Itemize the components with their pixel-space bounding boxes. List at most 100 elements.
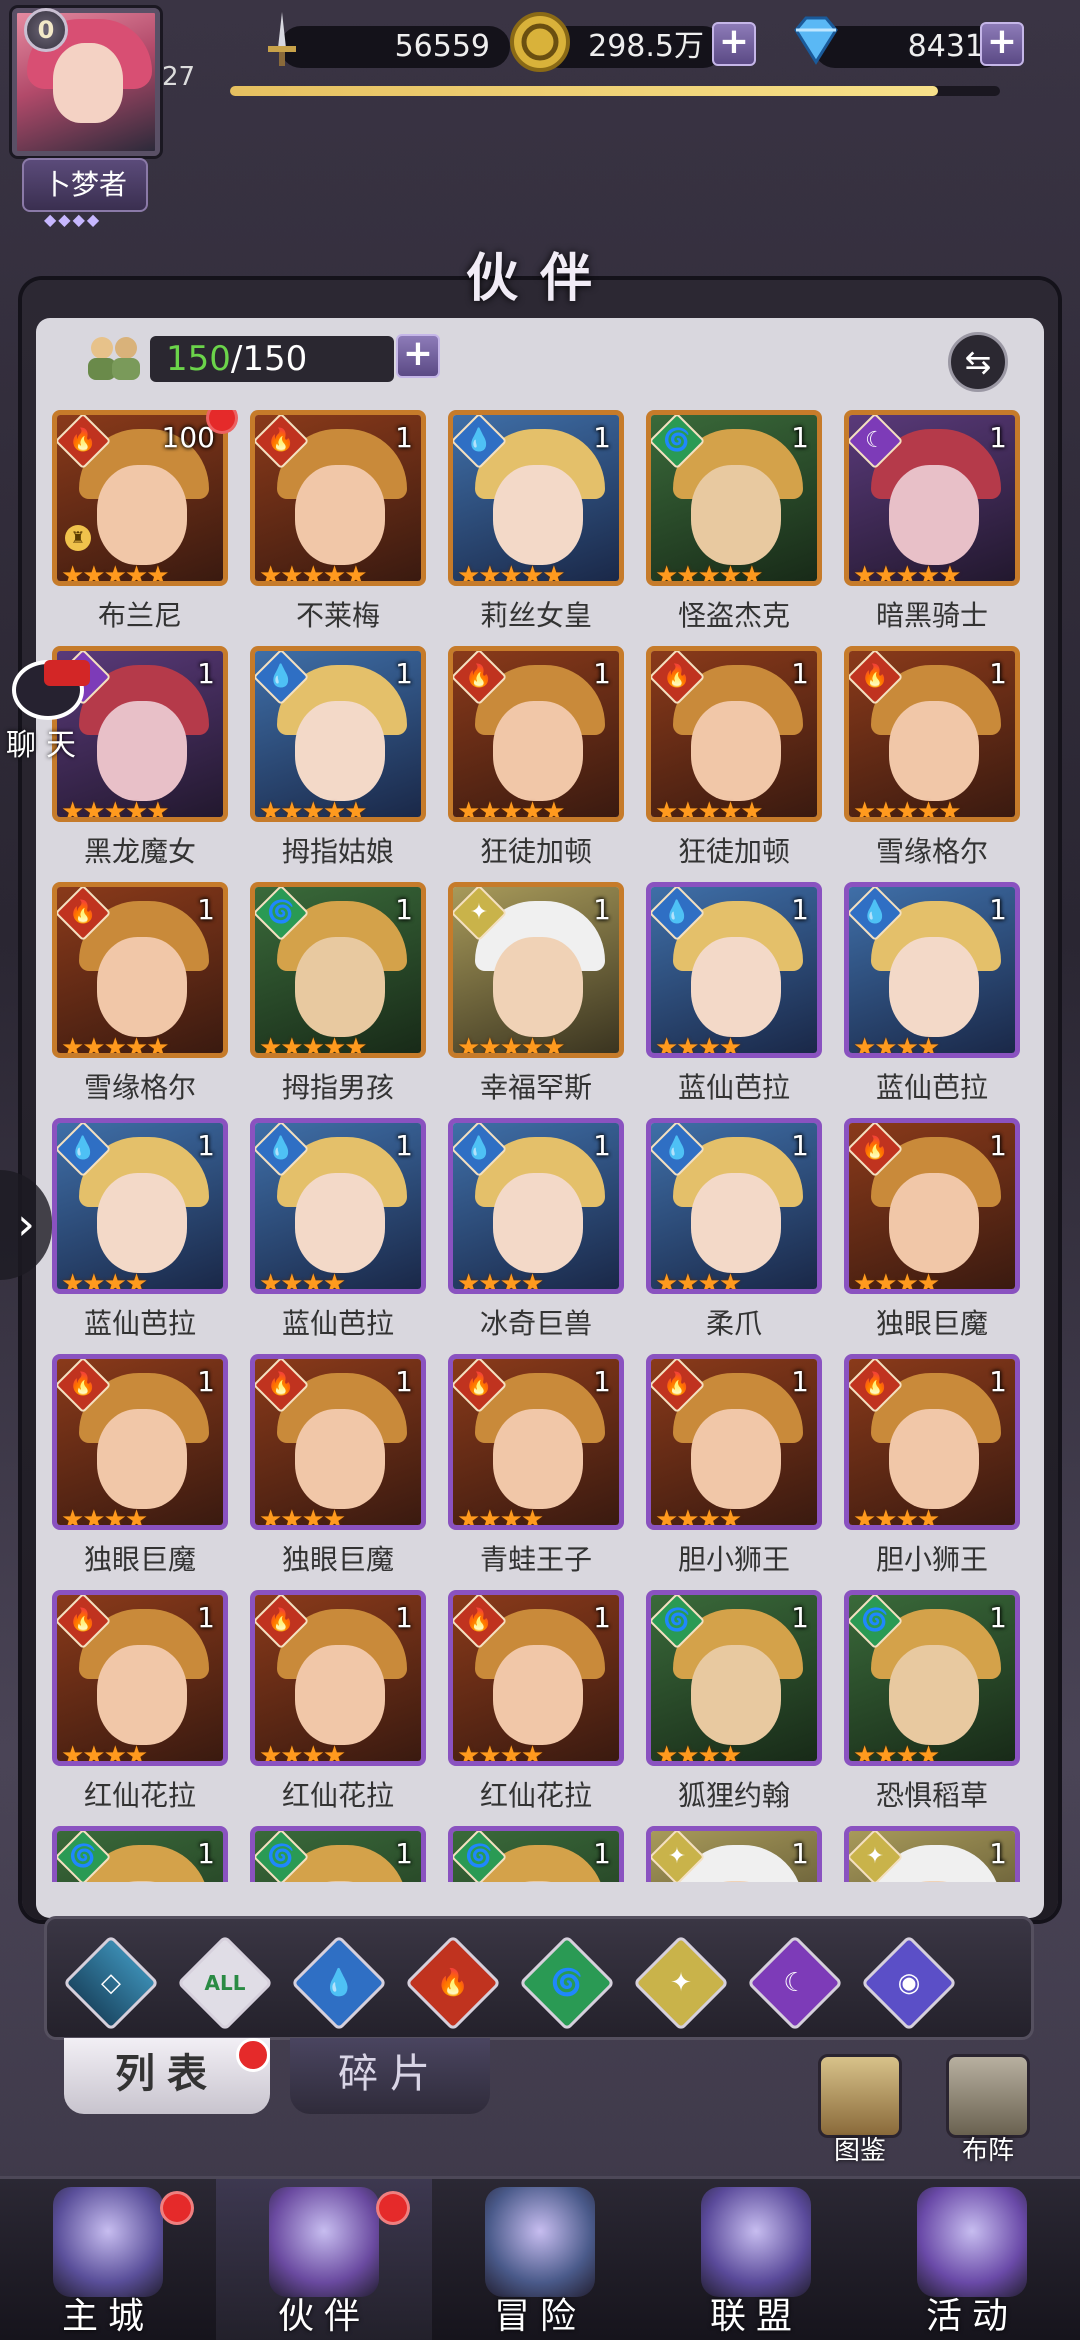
roster-max: /150 xyxy=(230,339,308,379)
partner-card[interactable]: 🌀1★★★★ xyxy=(250,1826,426,1882)
filter-first[interactable]: ◇ xyxy=(62,1934,160,2032)
formation-label: 布阵 xyxy=(961,2136,1014,2166)
nav-item[interactable]: 活动 xyxy=(864,2179,1080,2340)
codex-button[interactable]: 图鉴 xyxy=(810,2054,910,2166)
formation-icon xyxy=(946,2054,1030,2138)
partner-card[interactable]: 🔥 100 ★★★★★ ♜ 布兰尼 xyxy=(52,410,238,646)
partner-card[interactable]: 🔥 1 ★★★★ 红仙花拉 xyxy=(448,1590,624,1826)
partner-level: 1 xyxy=(197,1837,215,1870)
filter-nature[interactable]: 🌀 xyxy=(518,1934,616,2032)
partner-card[interactable]: 🌀 1 ★★★★ 狐狸约翰 xyxy=(646,1590,822,1826)
partner-card[interactable]: 💧 1 ★★★★★ 拇指姑娘 xyxy=(250,646,426,882)
partner-level: 1 xyxy=(791,1837,809,1870)
gold-coin-icon xyxy=(510,12,570,72)
filter-all[interactable]: ALL xyxy=(176,1934,274,2032)
partner-card[interactable]: 💧 1 ★★★★ 蓝仙芭拉 xyxy=(250,1118,426,1354)
star-rating: ★★★★ xyxy=(61,1269,148,1294)
partner-card[interactable]: 🔥 1 ★★★★ 独眼巨魔 xyxy=(250,1354,426,1590)
nav-item[interactable]: 伙伴 xyxy=(216,2179,432,2340)
nav-icon xyxy=(269,2187,379,2297)
partner-card[interactable]: 💧 1 ★★★★ 蓝仙芭拉 xyxy=(844,882,1020,1118)
partner-level: 1 xyxy=(791,1601,809,1634)
portrait-face xyxy=(493,465,583,565)
tab-fragments[interactable]: 碎片 xyxy=(290,2038,490,2114)
nav-label: 伙伴 xyxy=(277,2296,370,2337)
nav-icon xyxy=(485,2187,595,2297)
partner-name: 柔爪 xyxy=(705,1307,762,1340)
partner-level: 1 xyxy=(989,893,1007,926)
partner-card[interactable]: 🌀 1 ★★★★★ 拇指男孩 xyxy=(250,882,426,1118)
expand-roster-button[interactable]: + xyxy=(396,334,440,378)
star-rating: ★★★★ xyxy=(259,1741,346,1766)
formation-button[interactable]: 布阵 xyxy=(938,2054,1038,2166)
partner-card[interactable]: 🔥 1 ★★★★ 青蛙王子 xyxy=(448,1354,624,1590)
partner-level: 1 xyxy=(593,893,611,926)
partner-name: 胆小狮王 xyxy=(677,1543,790,1576)
partner-card[interactable]: 💧 1 ★★★★ 柔爪 xyxy=(646,1118,822,1354)
partner-portrait: 🌀1★★★★ xyxy=(646,1590,822,1766)
xp-bar xyxy=(230,86,1000,96)
add-gold-button[interactable]: + xyxy=(712,22,756,66)
partner-portrait: ✦1★★★★ xyxy=(646,1826,822,1882)
partner-card[interactable]: 🌀 1 ★★★★ 恐惧稻草 xyxy=(844,1590,1020,1826)
chat-notification-icon xyxy=(44,660,90,686)
power-value: 56559 xyxy=(280,26,510,68)
partner-card[interactable]: ✦1★★★★ xyxy=(844,1826,1020,1882)
partner-card[interactable]: 🌀1★★★★ xyxy=(448,1826,624,1882)
partner-card[interactable]: 🔥 1 ★★★★ 独眼巨魔 xyxy=(844,1118,1020,1354)
partner-card[interactable]: 💧 1 ★★★★ 冰奇巨兽 xyxy=(448,1118,624,1354)
partner-name: 独眼巨魔 xyxy=(281,1543,394,1576)
partner-card[interactable]: 🔥 1 ★★★★★ 雪缘格尔 xyxy=(52,882,228,1118)
partner-card[interactable]: 🔥 1 ★★★★★ 雪缘格尔 xyxy=(844,646,1020,882)
star-rating: ★★★★ xyxy=(853,1269,940,1294)
partner-card[interactable]: 🔥 1 ★★★★ 红仙花拉 xyxy=(52,1590,228,1826)
filter-cosmic[interactable]: ◉ xyxy=(860,1934,958,2032)
star-rating: ★★★★ xyxy=(655,1741,742,1766)
partner-portrait: 🔥 1 ★★★★★ xyxy=(250,410,426,586)
portrait-face xyxy=(691,937,781,1037)
sort-toggle-button[interactable]: ⇆ xyxy=(948,332,1008,392)
partner-portrait: ✦1★★★★ xyxy=(844,1826,1020,1882)
partner-portrait: 🔥 100 ★★★★★ ♜ xyxy=(52,410,228,586)
filter-fire[interactable]: 🔥 xyxy=(404,1934,502,2032)
filter-dark[interactable]: ☾ xyxy=(746,1934,844,2032)
partner-level: 1 xyxy=(593,421,611,454)
filter-light[interactable]: ✦ xyxy=(632,1934,730,2032)
partner-level: 1 xyxy=(989,657,1007,690)
partner-card[interactable]: 🔥 1 ★★★★ 胆小狮王 xyxy=(646,1354,822,1590)
partner-card[interactable]: 🌀1★★★★ xyxy=(52,1826,228,1882)
partner-card[interactable]: 🔥 1 ★★★★ 红仙花拉 xyxy=(250,1590,426,1826)
partner-card[interactable]: 💧 1 ★★★★ 蓝仙芭拉 xyxy=(646,882,822,1118)
partner-card[interactable]: 🌀 1 ★★★★★ 怪盗杰克 xyxy=(646,410,822,646)
filter-water[interactable]: 💧 xyxy=(290,1934,388,2032)
partner-portrait: ✦ 1 ★★★★★ xyxy=(448,882,624,1058)
nav-icon xyxy=(701,2187,811,2297)
partner-card[interactable]: 🔥 1 ★★★★ 胆小狮王 xyxy=(844,1354,1020,1590)
partner-portrait: 💧 1 ★★★★ xyxy=(448,1118,624,1294)
partner-card[interactable]: 🔥 1 ★★★★★ 不莱梅 xyxy=(250,410,426,646)
partner-card[interactable]: 🔥 1 ★★★★★ 狂徒加顿 xyxy=(646,646,822,882)
partner-card[interactable]: ✦1★★★★ xyxy=(646,1826,822,1882)
nav-item[interactable]: 冒险 xyxy=(432,2179,648,2340)
partner-card[interactable]: ✦ 1 ★★★★★ 幸福罕斯 xyxy=(448,882,624,1118)
star-rating: ★★★★ xyxy=(853,1505,940,1530)
nav-item[interactable]: 联盟 xyxy=(648,2179,864,2340)
star-rating: ★★★★★ xyxy=(655,561,764,586)
partner-card[interactable]: 💧 1 ★★★★ 蓝仙芭拉 xyxy=(52,1118,228,1354)
partner-name: 狂徒加顿 xyxy=(677,835,790,868)
portrait-face xyxy=(295,701,385,801)
partner-card[interactable]: 💧 1 ★★★★★ 莉丝女皇 xyxy=(448,410,624,646)
partner-card[interactable]: 🔥 1 ★★★★ 独眼巨魔 xyxy=(52,1354,228,1590)
partner-portrait: ☾1★★★★★ xyxy=(844,410,1020,586)
vip-badge[interactable]: 0 xyxy=(24,8,68,52)
nav-item[interactable]: 主城 xyxy=(0,2179,216,2340)
star-rating: ★★★★ xyxy=(655,1033,742,1058)
partner-card[interactable]: 🔥 1 ★★★★★ 狂徒加顿 xyxy=(448,646,624,882)
partner-level: 1 xyxy=(593,1601,611,1634)
chat-button[interactable]: 聊天 xyxy=(0,660,92,763)
portrait-face xyxy=(691,701,781,801)
add-gems-button[interactable]: + xyxy=(980,22,1024,66)
partner-card[interactable]: ☾ 1 ★★★★★ 暗黑骑士 xyxy=(844,410,1020,646)
partner-level: 1 xyxy=(197,1365,215,1398)
chat-label: 聊天 xyxy=(6,728,86,763)
